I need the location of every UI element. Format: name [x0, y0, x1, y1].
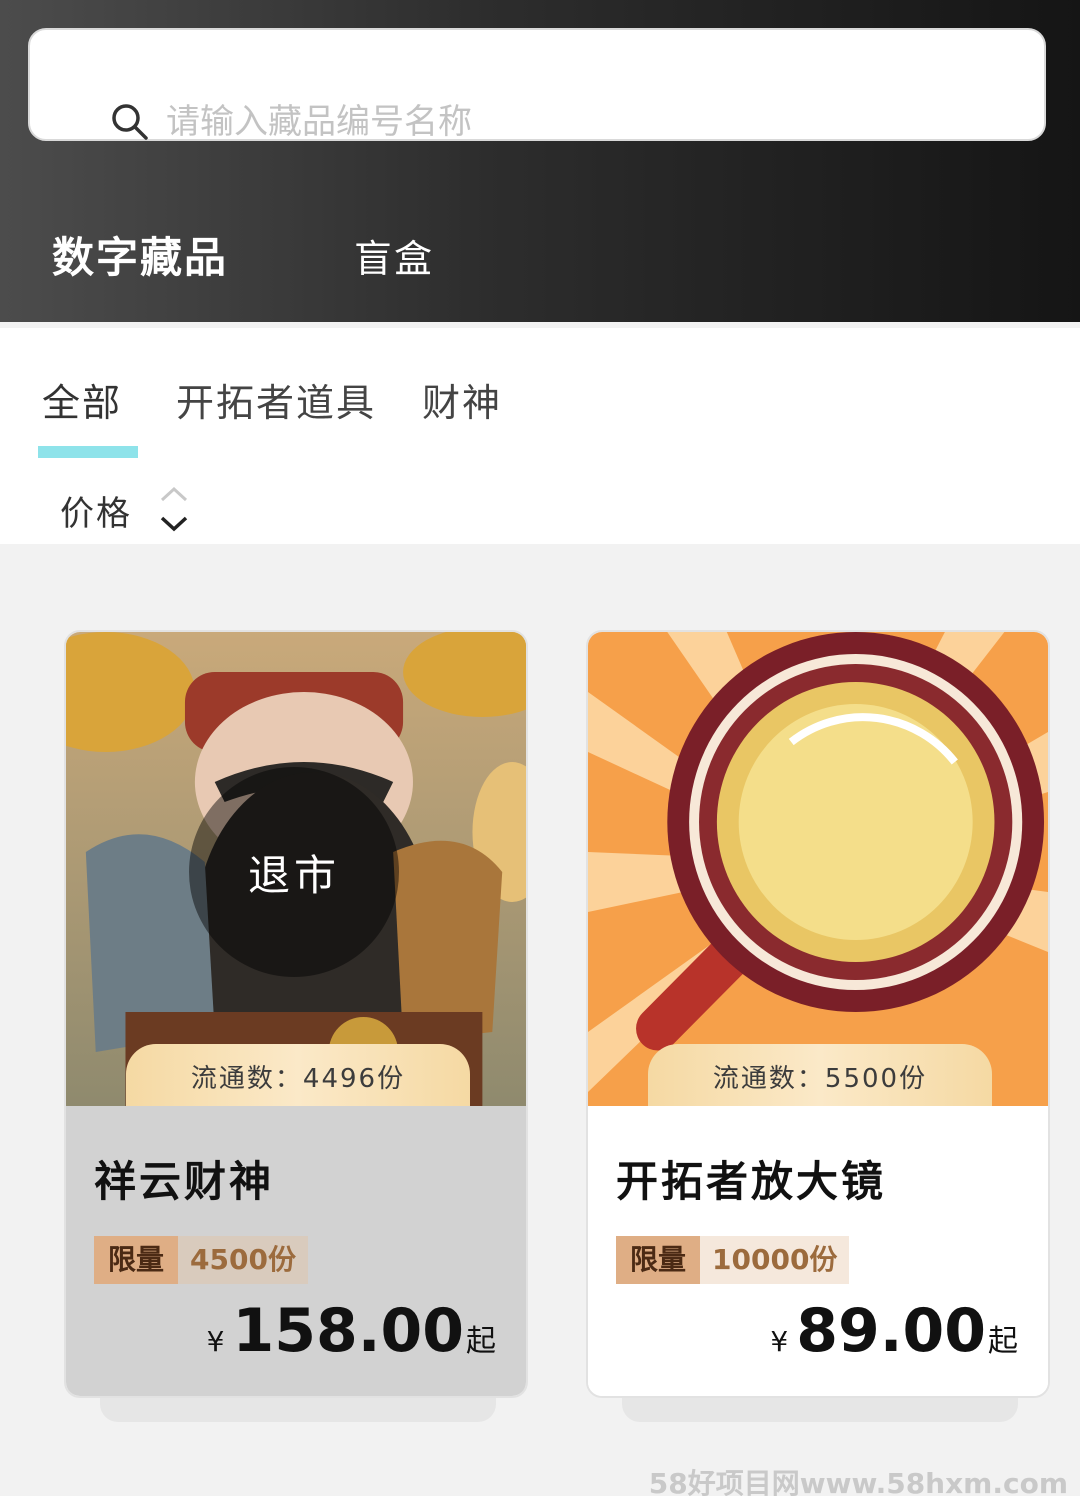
collectible-card[interactable]: 退市 流通数：4496份 祥云财神 限量 4500份 ¥ 158.00 起 [64, 630, 528, 1398]
price-sort-button[interactable]: 价格 [60, 480, 190, 540]
header: 数字藏品 盲盒 [0, 0, 1080, 322]
filter-panel: 全部 开拓者道具 财神 价格 [0, 328, 1080, 544]
collectible-card[interactable]: 流通数：5500份 开拓者放大镜 限量 10000份 ¥ 89.00 起 [586, 630, 1050, 1398]
card-info: 祥云财神 限量 4500份 ¥ 158.00 起 [66, 1106, 526, 1396]
limit-tag: 限量 4500份 [94, 1236, 308, 1284]
sort-label: 价格 [60, 493, 132, 534]
active-tab-indicator [38, 446, 138, 458]
currency-symbol: ¥ [206, 1325, 225, 1358]
price: ¥ 158.00 起 [207, 1296, 496, 1366]
price-value: 158.00 [232, 1296, 464, 1366]
category-tab-all[interactable]: 全部 [42, 372, 122, 427]
delisted-badge: 退市 [189, 767, 399, 977]
price-value: 89.00 [796, 1296, 986, 1366]
collectible-image: 退市 流通数：4496份 [66, 632, 526, 1106]
search-icon [112, 104, 148, 140]
limit-value: 10000份 [700, 1236, 850, 1284]
price: ¥ 89.00 起 [770, 1296, 1018, 1366]
limit-key: 限量 [94, 1236, 179, 1284]
price-suffix: 起 [988, 1324, 1018, 1359]
limit-value: 4500份 [178, 1236, 308, 1284]
tab-digital-collectibles[interactable]: 数字藏品 [52, 224, 228, 285]
price-suffix: 起 [466, 1324, 496, 1359]
watermark: 58好项目网www.58hxm.com [648, 1467, 1068, 1496]
tab-blind-box[interactable]: 盲盒 [354, 228, 434, 283]
circulation-label: 流通数：4496份 [126, 1044, 470, 1106]
card-info: 开拓者放大镜 限量 10000份 ¥ 89.00 起 [588, 1106, 1048, 1396]
category-tab-god-of-wealth[interactable]: 财神 [422, 372, 502, 427]
circulation-label: 流通数：5500份 [648, 1044, 992, 1106]
magnifying-glass-illustration [588, 632, 1048, 1106]
category-tab-pioneer-props[interactable]: 开拓者道具 [176, 372, 376, 427]
collectible-image: 流通数：5500份 [588, 632, 1048, 1106]
limit-tag: 限量 10000份 [616, 1236, 850, 1284]
collectible-name: 祥云财神 [94, 1157, 275, 1206]
search-input[interactable] [166, 94, 1026, 150]
sort-arrows-icon [160, 486, 188, 532]
search-bar[interactable] [28, 28, 1046, 150]
limit-key: 限量 [616, 1236, 701, 1284]
collectible-name: 开拓者放大镜 [616, 1157, 887, 1206]
currency-symbol: ¥ [770, 1325, 789, 1358]
